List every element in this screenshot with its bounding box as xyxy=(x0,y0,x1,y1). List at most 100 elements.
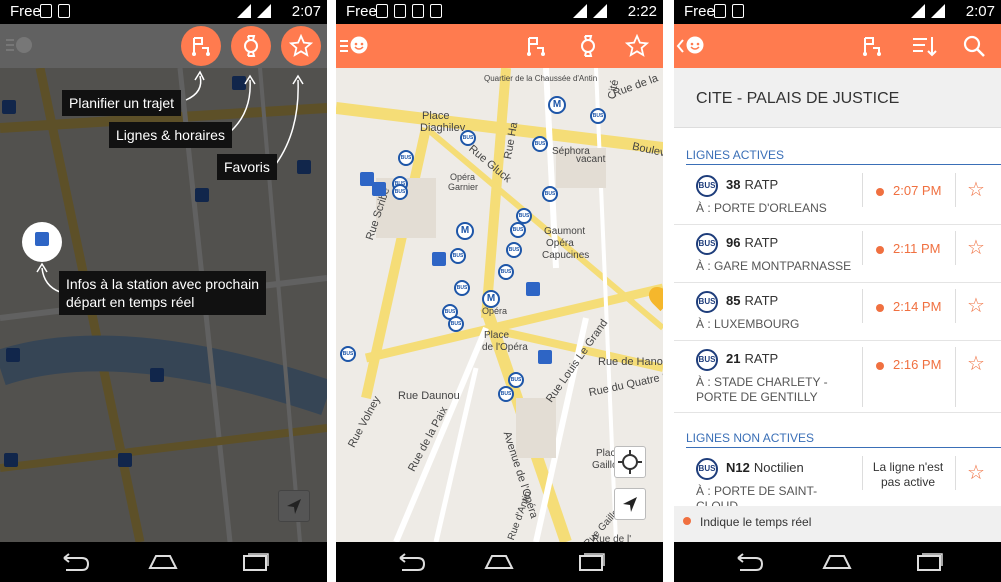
departure-time: 2:16 PM xyxy=(893,357,942,372)
favorite-star-icon[interactable]: ☆ xyxy=(967,237,985,259)
inactive-status: La ligne n'est pas active xyxy=(872,460,944,489)
line-row[interactable]: BUS 85 RATP À : LUXEMBOURG 2:14 PM ☆ xyxy=(674,283,1001,341)
line-operator: RATP xyxy=(744,351,779,366)
wifi-icon xyxy=(573,4,587,18)
map-view[interactable]: Quartier de la Chaussée d'Antin Place Di… xyxy=(336,68,663,542)
line-row[interactable]: BUS N12Noctilien À : PORTE DE SAINT-CLOU… xyxy=(674,450,1001,513)
bus-stop-pin[interactable]: BUS xyxy=(590,108,606,124)
favorite-star-icon[interactable]: ☆ xyxy=(967,295,985,317)
bus-stop-pin[interactable]: BUS xyxy=(450,248,466,264)
bus-stop-pin[interactable]: BUS xyxy=(448,316,464,332)
notification-icon xyxy=(376,4,388,18)
home-icon[interactable] xyxy=(820,552,854,572)
clock: 2:22 xyxy=(627,3,657,20)
map-label: Garnier xyxy=(448,182,479,192)
realtime-indicator xyxy=(876,246,884,254)
divider xyxy=(862,231,863,265)
bus-stop-pin[interactable]: BUS xyxy=(340,346,356,362)
recents-icon[interactable] xyxy=(574,552,608,572)
bus-stop-pin[interactable]: BUS xyxy=(532,136,548,152)
favorite-star-icon[interactable]: ☆ xyxy=(967,179,985,201)
bus-icon: BUS xyxy=(696,175,718,197)
bus-stop-pin[interactable]: BUS xyxy=(398,150,414,166)
divider xyxy=(862,289,863,323)
bus-stop-icon[interactable] xyxy=(526,282,540,296)
recents-icon[interactable] xyxy=(238,552,272,572)
legend-text: Indique le temps réel xyxy=(700,515,812,529)
recents-icon[interactable] xyxy=(912,552,946,572)
status-bar: Free 2:22 xyxy=(336,0,663,24)
signal-icons xyxy=(573,4,607,18)
menu-logo-icon[interactable] xyxy=(340,34,370,58)
station-highlight[interactable] xyxy=(22,222,62,262)
watch-icon[interactable] xyxy=(576,34,600,58)
back-icon[interactable] xyxy=(392,552,426,572)
line-number-label: N12 Noctilien xyxy=(726,460,804,475)
callout-station-line1: Infos à la station avec prochain xyxy=(66,276,260,292)
line-row[interactable]: BUS 38 RATP À : PORTE D'ORLEANS 2:07 PM ☆ xyxy=(674,167,1001,225)
line-operator: Noctilien xyxy=(753,460,804,475)
notification-icon xyxy=(714,4,726,18)
map-label: Rue Daunou xyxy=(398,390,460,402)
callout-lines: Lignes & horaires xyxy=(109,122,232,148)
star-icon[interactable] xyxy=(625,34,649,58)
map-label: Rue de l' xyxy=(592,534,632,542)
map-label: de l'Opéra xyxy=(482,342,528,353)
carrier-label: Free xyxy=(346,3,377,20)
recenter-button[interactable] xyxy=(614,446,646,478)
notification-icons xyxy=(376,4,442,18)
back-icon[interactable] xyxy=(730,552,764,572)
bus-icon: BUS xyxy=(696,233,718,255)
bus-icon: BUS xyxy=(696,349,718,371)
favorite-star-icon[interactable]: ☆ xyxy=(967,462,985,484)
bus-stop-pin[interactable]: BUS xyxy=(508,372,524,388)
favorite-star-icon[interactable]: ☆ xyxy=(967,353,985,375)
line-direction: À : STADE CHARLETY - PORTE DE GENTILLY xyxy=(696,375,828,404)
line-row[interactable]: BUS 21 RATP À : STADE CHARLETY - PORTE DE… xyxy=(674,341,1001,413)
divider xyxy=(955,231,956,265)
home-icon[interactable] xyxy=(482,552,516,572)
home-icon[interactable] xyxy=(146,552,180,572)
sort-icon[interactable] xyxy=(911,34,937,58)
realtime-indicator xyxy=(683,517,691,525)
map-label: Diaghilev xyxy=(420,122,466,134)
line-number-label: 85 RATP xyxy=(726,293,778,308)
screen-map: Free 2:22 Quartier de la Chaussée d'Anti… xyxy=(336,0,663,582)
metro-station-icon[interactable]: M xyxy=(482,290,500,308)
bus-stop-pin[interactable]: BUS xyxy=(542,186,558,202)
metro-station-icon[interactable]: M xyxy=(548,96,566,114)
map-label: Opéra xyxy=(450,172,476,182)
bus-stop-pin[interactable]: BUS xyxy=(392,184,408,200)
map-label: Rue de Hano xyxy=(598,356,663,368)
line-number-label: 96 RATP xyxy=(726,235,778,250)
search-icon[interactable] xyxy=(962,34,986,58)
route-flag-icon[interactable] xyxy=(860,34,884,58)
departure-time: 2:07 PM xyxy=(893,183,942,198)
locate-button[interactable] xyxy=(614,488,646,520)
bus-stop-pin[interactable]: BUS xyxy=(510,222,526,238)
divider xyxy=(862,347,863,407)
app-bar xyxy=(674,24,1001,68)
bus-stop-icon[interactable] xyxy=(432,252,446,266)
line-row[interactable]: BUS 96 RATP À : GARE MONTPARNASSE 2:11 PM… xyxy=(674,225,1001,283)
notification-icon xyxy=(430,4,442,18)
line-number-label: 38 RATP xyxy=(726,177,778,192)
back-icon[interactable] xyxy=(56,552,90,572)
system-nav-bar xyxy=(0,542,327,582)
status-bar: Free 2:07 xyxy=(674,0,1001,24)
bus-stop-icon[interactable] xyxy=(372,182,386,196)
line-number: 85 xyxy=(726,293,741,308)
metro-station-icon[interactable]: M xyxy=(456,222,474,240)
locate-button[interactable] xyxy=(278,490,310,522)
bus-stop-pin[interactable]: BUS xyxy=(460,130,476,146)
bus-icon: BUS xyxy=(696,458,718,480)
bus-stop-icon[interactable] xyxy=(538,350,552,364)
divider xyxy=(955,347,956,407)
bus-stop-pin[interactable]: BUS xyxy=(506,242,522,258)
bus-stop-pin[interactable]: BUS xyxy=(454,280,470,296)
route-flag-icon[interactable] xyxy=(524,34,548,58)
station-title: CITE - PALAIS DE JUSTICE xyxy=(696,90,900,107)
back-logo-icon[interactable] xyxy=(676,34,706,58)
bus-stop-pin[interactable]: BUS xyxy=(498,264,514,280)
bus-stop-pin[interactable]: BUS xyxy=(498,386,514,402)
